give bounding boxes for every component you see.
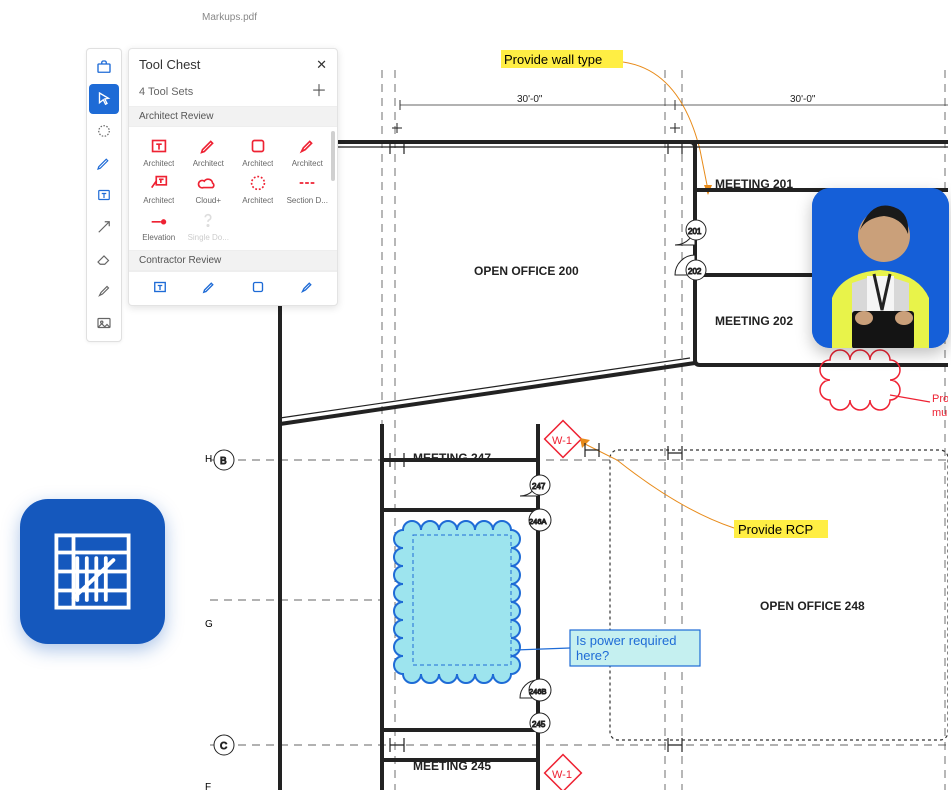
tool-cloud-plus[interactable]: Cloud+ [185,172,233,205]
tool-chest-panel: Tool Chest ✕ 4 Tool Sets ＋ Architect Rev… [128,48,338,306]
tool-architect-highlighter[interactable]: Architect [284,135,332,168]
tool-briefcase[interactable] [89,52,119,82]
label-meeting-202: MEETING 202 [715,314,793,328]
tag-202: 202 [688,267,702,276]
tool-chest-subtitle: 4 Tool Sets [139,86,193,98]
label-open-office-248: OPEN OFFICE 248 [760,599,865,613]
section-contractor-review[interactable]: Contractor Review [129,250,337,271]
axis-h: H [205,454,212,465]
tag-w1-top[interactable]: W-1 [545,421,582,458]
worker-photo [812,188,949,348]
square-icon [247,135,269,157]
vertical-toolbar [86,48,122,342]
tool-architect-pencil[interactable]: Architect [185,135,233,168]
tag-247: 247 [532,482,546,491]
tally-grid-icon [45,524,140,619]
tool-architect-textbox[interactable]: Architect [135,135,183,168]
footer-pen-icon[interactable] [200,278,218,299]
tag-245: 245 [532,720,546,729]
tag-246a: 246A [529,517,547,526]
tag-w1-bottom[interactable]: W-1 [545,755,582,790]
question-icon [197,209,219,231]
tool-cursor[interactable] [89,84,119,114]
tool-elevation[interactable]: Elevation [135,209,183,242]
tool-section-d[interactable]: Section D... [284,172,332,205]
document-tab[interactable]: Markups.pdf [202,12,257,23]
dim-right: 30'-0" [790,94,816,105]
axis-c: C [220,741,227,752]
axis-b: B [220,456,227,467]
pencil-icon [197,135,219,157]
cloud-icon [197,172,219,194]
label-meeting-247: MEETING 247 [413,451,491,465]
dim-left: 30'-0" [517,94,543,105]
leader-rcp [585,444,734,528]
annot-wall-type: Provide wall type [504,52,602,67]
line-dash-icon [296,172,318,194]
label-meeting-201: MEETING 201 [715,177,793,191]
elevation-icon [148,209,170,231]
text-callout-icon [148,172,170,194]
tool-chest-title: Tool Chest [139,57,200,72]
annot-mullion-1: Prov [932,393,948,405]
callout-power-leader [515,648,570,650]
axis-f: F [205,782,211,790]
footer-highlighter-icon[interactable] [298,278,316,299]
close-icon[interactable]: ✕ [316,58,327,71]
highlighter-icon [296,135,318,157]
svg-text:W-1: W-1 [552,435,572,447]
tag-246b: 246B [529,687,547,696]
tool-single-door[interactable]: Single Do... [185,209,233,242]
footer-text-box-icon[interactable] [151,278,169,299]
dashed-zone-248 [610,450,948,740]
logo-card [20,499,165,644]
label-open-office-200: OPEN OFFICE 200 [474,264,579,278]
tool-lasso[interactable] [89,116,119,146]
annot-rcp: Provide RCP [738,522,813,537]
footer-square-icon[interactable] [249,278,267,299]
text-box-icon [148,135,170,157]
circle-dashed-icon [247,172,269,194]
tool-highlighter[interactable] [89,276,119,306]
tool-image[interactable] [89,308,119,338]
tool-architect-callout[interactable]: Architect [135,172,183,205]
tool-pen[interactable] [89,148,119,178]
annot-mullion-2: mulli [932,407,948,419]
tool-text-box[interactable] [89,180,119,210]
scrollbar-thumb[interactable] [331,131,335,181]
add-toolset-icon[interactable]: ＋ [311,84,327,100]
document-filename: Markups.pdf [202,12,257,23]
tool-arrow[interactable] [89,212,119,242]
tool-eraser[interactable] [89,244,119,274]
section-architect-review[interactable]: Architect Review [129,106,337,127]
red-cloud-mullion[interactable]: Prov mulli [820,350,948,419]
axis-g: G [205,619,213,630]
cloud-conference[interactable] [394,521,520,683]
label-meeting-245: MEETING 245 [413,759,491,773]
tool-architect-square[interactable]: Architect [234,135,282,168]
svg-text:W-1: W-1 [552,769,572,781]
tool-architect-dashed-circle[interactable]: Architect [234,172,282,205]
tool-chest-footer [129,271,337,305]
tag-201: 201 [688,227,702,236]
